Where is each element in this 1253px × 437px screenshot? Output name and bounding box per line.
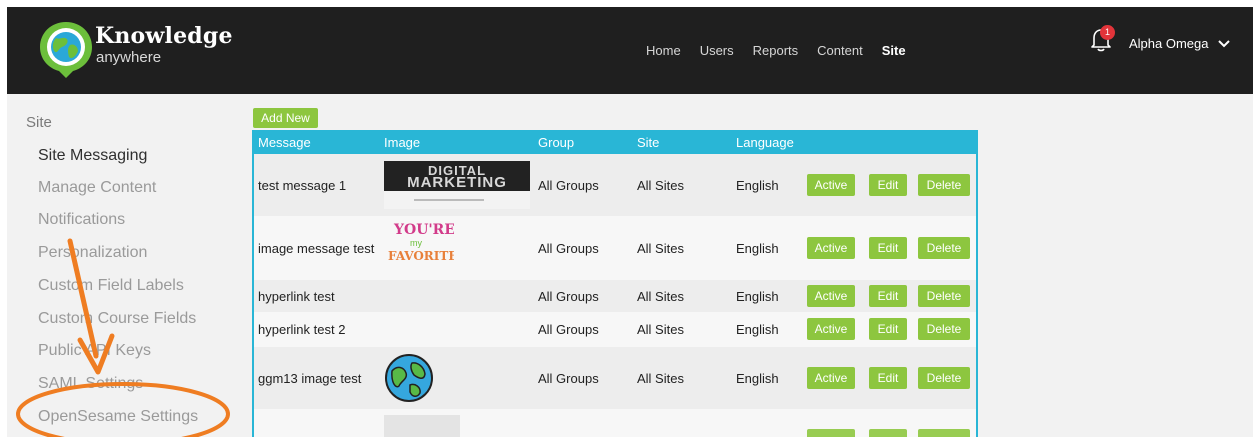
- table-row: ggm13 image test All Groups All Sites En…: [254, 347, 976, 409]
- row-group: All Groups: [538, 289, 599, 304]
- active-button-partial[interactable]: [807, 429, 855, 437]
- edit-button-partial[interactable]: [869, 429, 907, 437]
- brand-tagline: anywhere: [96, 49, 162, 66]
- row-site: All Sites: [637, 178, 684, 193]
- active-button[interactable]: Active: [807, 367, 855, 389]
- sidebar-item-site-messaging[interactable]: Site Messaging: [38, 147, 147, 165]
- table-row: hyperlink test 2 All Groups All Sites En…: [254, 312, 976, 347]
- add-new-button[interactable]: Add New: [253, 108, 318, 128]
- notification-count-badge: 1: [1100, 25, 1115, 40]
- column-header-group: Group: [538, 135, 575, 150]
- active-button[interactable]: Active: [807, 174, 855, 196]
- delete-button[interactable]: Delete: [918, 318, 970, 340]
- row-group: All Groups: [538, 322, 599, 337]
- sidebar-item-personalization[interactable]: Personalization: [38, 244, 147, 262]
- user-menu[interactable]: Alpha Omega: [1129, 36, 1230, 51]
- edit-button[interactable]: Edit: [869, 285, 907, 307]
- table-row: hyperlink test All Groups All Sites Engl…: [254, 280, 976, 312]
- nav-home[interactable]: Home: [646, 43, 681, 58]
- row-message: hyperlink test: [258, 289, 335, 304]
- column-header-language: Language: [736, 135, 794, 150]
- messages-table: Message Image Group Site Language test m…: [252, 130, 978, 437]
- main-nav: Home Users Reports Content Site: [646, 43, 925, 58]
- user-name: Alpha Omega: [1129, 36, 1209, 51]
- table-row: image message test YOU'RE my FAVORITE Al…: [254, 216, 976, 280]
- digital-marketing-thumbnail: DIGITAL MARKETING: [384, 161, 530, 209]
- edit-button[interactable]: Edit: [869, 174, 907, 196]
- sidebar-item-custom-course-fields[interactable]: Custom Course Fields: [38, 310, 196, 328]
- row-message: test message 1: [258, 178, 347, 193]
- table-header: Message Image Group Site Language: [254, 130, 976, 154]
- delete-button[interactable]: Delete: [918, 285, 970, 307]
- sidebar-item-opensesame-settings[interactable]: OpenSesame Settings: [38, 408, 198, 426]
- row-language: English: [736, 289, 779, 304]
- table-row: [254, 409, 976, 437]
- active-button[interactable]: Active: [807, 318, 855, 340]
- row-language: English: [736, 178, 779, 193]
- nav-content[interactable]: Content: [817, 43, 863, 58]
- delete-button[interactable]: Delete: [918, 367, 970, 389]
- brand-name: Knowledge: [95, 23, 233, 49]
- row-language: English: [736, 241, 779, 256]
- sidebar-item-public-api-keys[interactable]: Public API Keys: [38, 342, 151, 360]
- row-site: All Sites: [637, 322, 684, 337]
- row-message: image message test: [258, 241, 375, 256]
- delete-button[interactable]: Delete: [918, 237, 970, 259]
- globe-logo-icon: [40, 22, 92, 78]
- chevron-down-icon: [1217, 39, 1230, 47]
- active-button[interactable]: Active: [807, 237, 855, 259]
- row-site: All Sites: [637, 241, 684, 256]
- delete-button[interactable]: Delete: [918, 174, 970, 196]
- edit-button[interactable]: Edit: [869, 318, 907, 340]
- row-site: All Sites: [637, 289, 684, 304]
- row-group: All Groups: [538, 371, 599, 386]
- row-language: English: [736, 322, 779, 337]
- table-row: test message 1 DIGITAL MARKETING All Gro…: [254, 154, 976, 216]
- column-header-message: Message: [258, 135, 311, 150]
- row-language: English: [736, 371, 779, 386]
- active-button[interactable]: Active: [807, 285, 855, 307]
- row-group: All Groups: [538, 241, 599, 256]
- sidebar-item-saml-settings[interactable]: SAML Settings: [38, 375, 143, 393]
- nav-site[interactable]: Site: [882, 43, 906, 58]
- row-site: All Sites: [637, 371, 684, 386]
- edit-button[interactable]: Edit: [869, 367, 907, 389]
- sidebar-item-notifications[interactable]: Notifications: [38, 211, 125, 229]
- nav-users[interactable]: Users: [700, 43, 734, 58]
- youre-my-favorite-thumbnail: YOU'RE my FAVORITE: [388, 222, 454, 263]
- sidebar-item-custom-field-labels[interactable]: Custom Field Labels: [38, 277, 184, 295]
- row-message: ggm13 image test: [258, 371, 362, 386]
- placeholder-thumbnail: [384, 415, 460, 437]
- nav-reports[interactable]: Reports: [753, 43, 799, 58]
- row-message: hyperlink test 2: [258, 322, 346, 337]
- column-header-site: Site: [637, 135, 660, 150]
- globe-thumbnail: [385, 354, 433, 402]
- edit-button[interactable]: Edit: [869, 237, 907, 259]
- delete-button-partial[interactable]: [918, 429, 970, 437]
- sidebar-item-manage-content[interactable]: Manage Content: [38, 179, 156, 197]
- row-group: All Groups: [538, 178, 599, 193]
- sidebar-heading: Site: [26, 114, 52, 131]
- column-header-image: Image: [384, 135, 421, 150]
- top-header: Knowledge anywhere Home Users Reports Co…: [7, 7, 1253, 94]
